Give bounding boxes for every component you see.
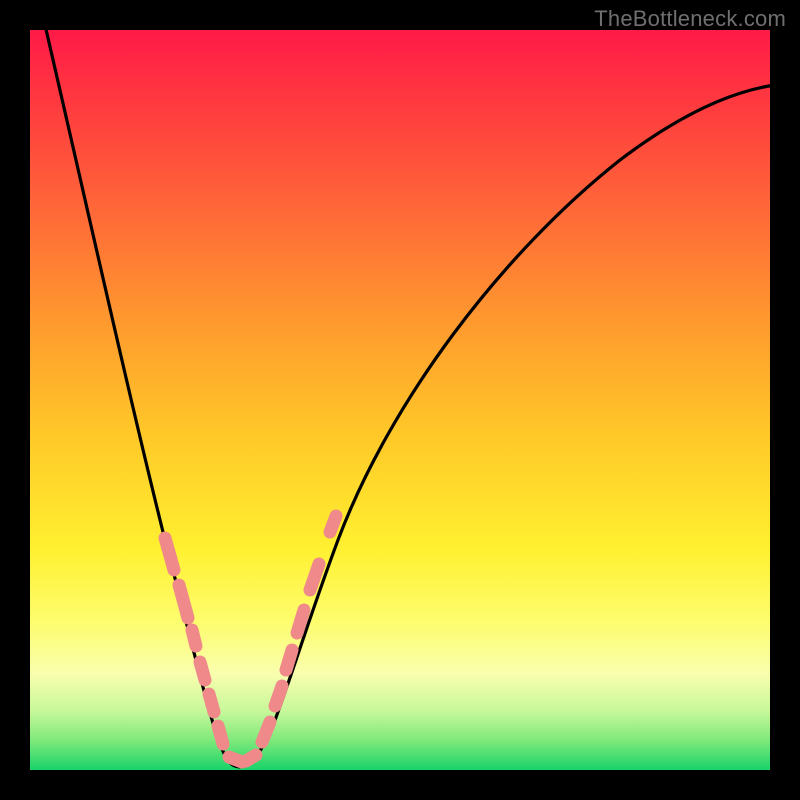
chart-frame: TheBottleneck.com xyxy=(0,0,800,800)
curve-path xyxy=(45,25,775,767)
watermark-text: TheBottleneck.com xyxy=(594,6,786,32)
bottleneck-curve xyxy=(30,30,770,770)
plot-area xyxy=(30,30,770,770)
curve-highlight-beads xyxy=(165,516,336,762)
